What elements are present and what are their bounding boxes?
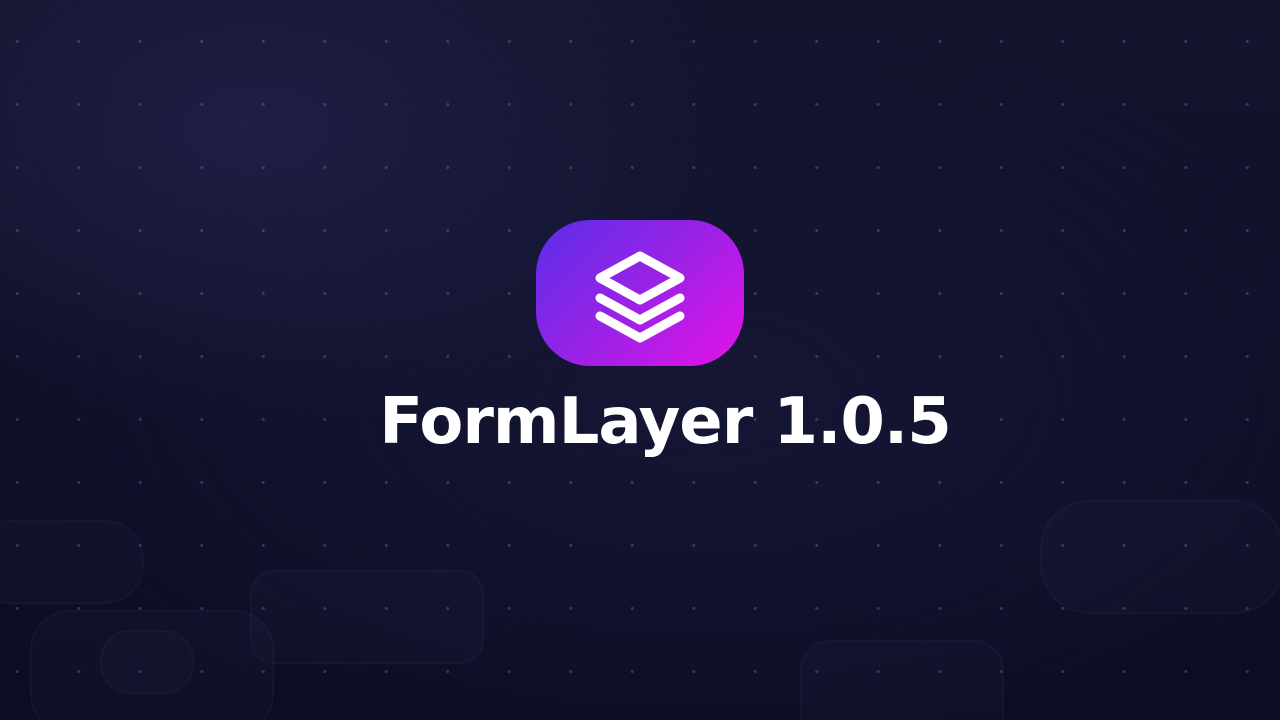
stacked-layers-icon bbox=[595, 251, 685, 343]
background-ghost-shape bbox=[0, 520, 144, 604]
app-title: FormLayer 1.0.5 bbox=[379, 385, 952, 459]
background-ghost-shape bbox=[100, 630, 194, 694]
background-ghost-shape bbox=[1040, 500, 1280, 614]
background-ghost-shape bbox=[800, 640, 1004, 720]
background-ghost-shape bbox=[250, 570, 484, 664]
app-logo bbox=[536, 220, 744, 366]
